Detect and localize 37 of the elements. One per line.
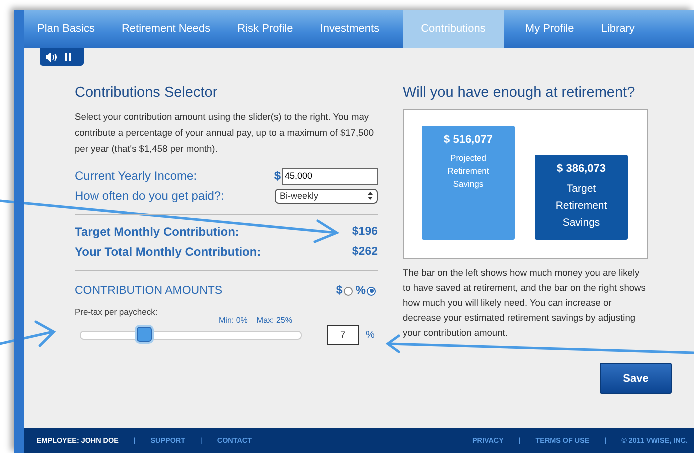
save-button[interactable]: Save xyxy=(600,363,672,394)
nav-tab[interactable]: Library xyxy=(588,10,648,48)
unit-label: % xyxy=(366,330,375,340)
updown-arrows-icon xyxy=(368,192,373,200)
savings-amount: $ 386,073 xyxy=(557,163,606,175)
section-title: Will you have enough at retirement? xyxy=(403,85,636,101)
min-label: Min: 0% xyxy=(219,316,248,325)
field-label: Current Yearly Income: xyxy=(75,169,198,183)
nav-tab[interactable]: Retirement Needs xyxy=(108,10,224,48)
section-title: Contributions Selector xyxy=(75,85,219,101)
total-value: $262 xyxy=(352,246,378,258)
unit-label: $ xyxy=(336,285,343,297)
annotation-arrow xyxy=(0,320,56,348)
savings-label: Target Retirement Savings xyxy=(554,182,608,231)
nav-tab[interactable]: My Profile xyxy=(512,10,588,48)
total-value: $196 xyxy=(352,226,378,238)
nav-tab[interactable]: Investments xyxy=(306,10,394,48)
total-label: Your Total Monthly Contribution: xyxy=(75,245,262,259)
unit-label: % xyxy=(356,285,366,297)
description-text: The bar on the left shows how much money you are likely to have saved at retirement, and the bar on the right shows how much you will likely need. You can increase or decrease your estimated retirement savings by adjusting your contribution amount. xyxy=(403,267,647,340)
currency-symbol: $ xyxy=(274,169,281,183)
percent-field[interactable]: 7 xyxy=(327,325,359,345)
nav-tab[interactable]: Risk Profile xyxy=(224,10,307,48)
description-text: Select your contribution amount using the slider(s) to the right. You may contribute a percentage of your annual pay, up to a maximum of $17,500 per year (that's $1,458 per month). xyxy=(75,111,376,156)
pause-icon[interactable] xyxy=(65,53,71,61)
speaker-icon[interactable] xyxy=(46,52,57,62)
nav-tab[interactable]: Plan Basics xyxy=(24,10,108,48)
savings-amount: $ 516,077 xyxy=(444,134,493,146)
section-heading: CONTRIBUTION AMOUNTS xyxy=(75,285,223,297)
slider-thumb[interactable] xyxy=(136,326,152,342)
slider-label: Pre-tax per paycheck: xyxy=(75,307,158,317)
savings-label: Projected Retirement Savings xyxy=(446,152,490,191)
total-label: Target Monthly Contribution: xyxy=(75,225,240,239)
field-label: How often do you get paid?: xyxy=(75,189,224,203)
income-field[interactable]: 45,000 xyxy=(282,168,378,184)
max-label: Max: 25% xyxy=(256,316,292,325)
frequency-dropdown[interactable]: Bi-weekly xyxy=(275,188,378,204)
